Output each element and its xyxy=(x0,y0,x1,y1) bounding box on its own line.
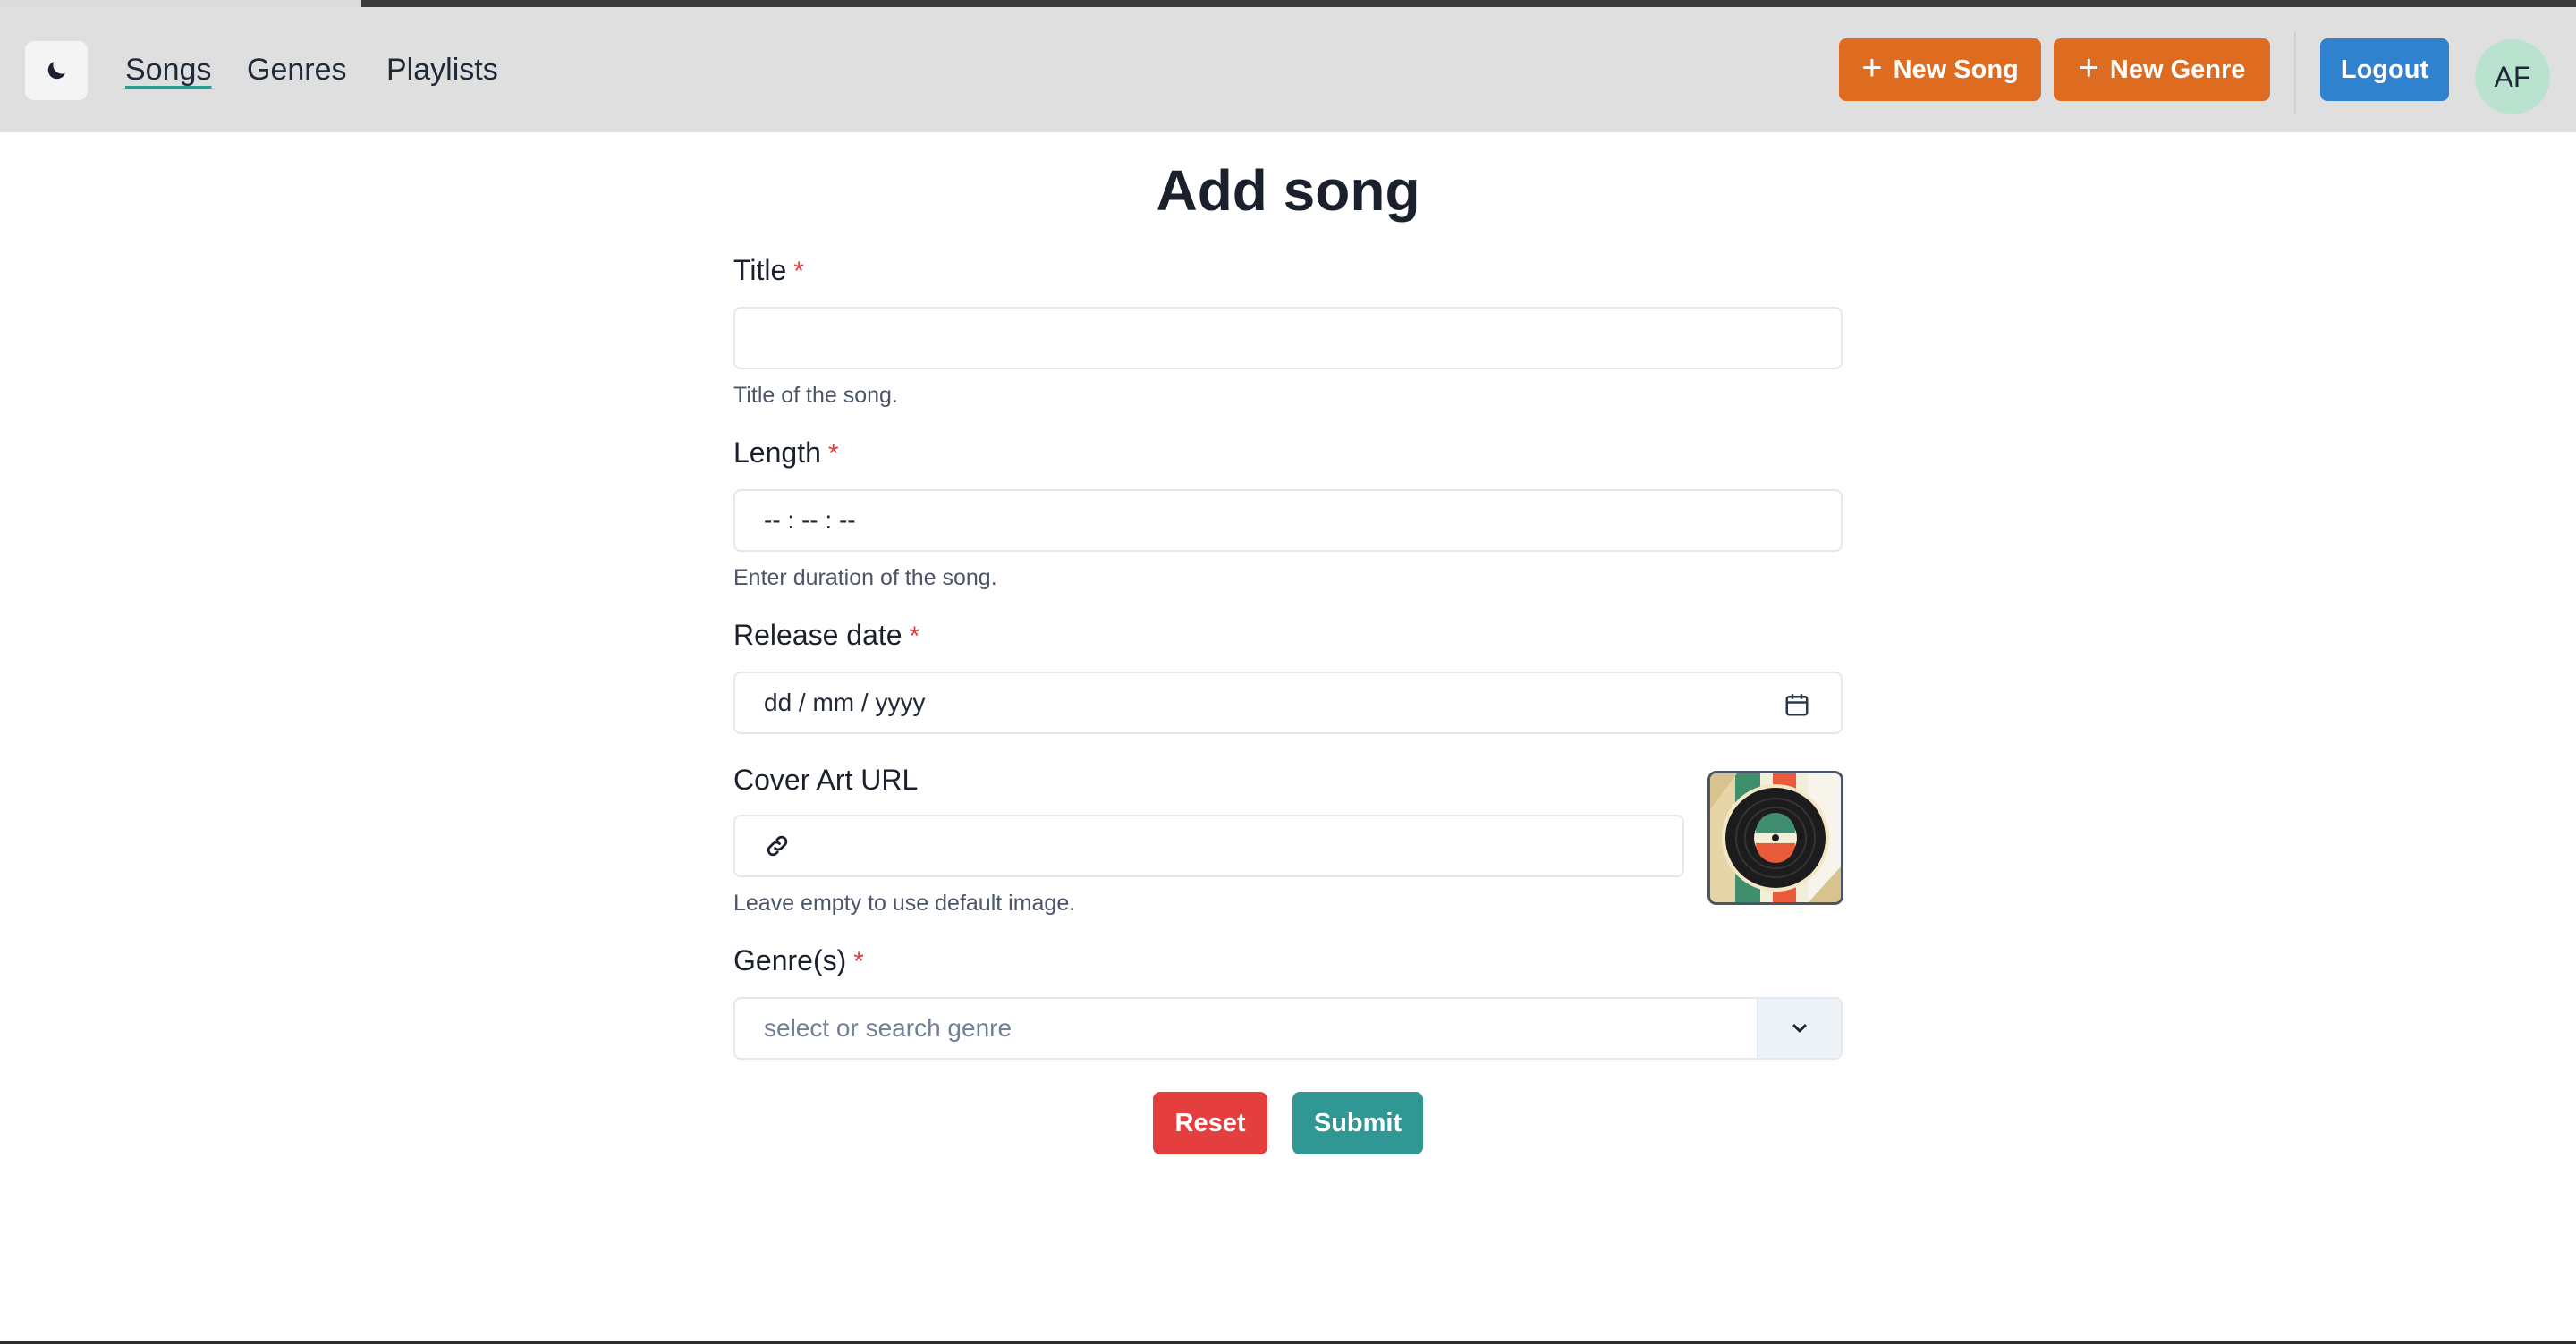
nav-link-genres[interactable]: Genres xyxy=(247,52,347,88)
new-song-button[interactable]: + New Song xyxy=(1839,38,2041,101)
window-top-strip-segment xyxy=(0,0,361,7)
submit-button[interactable]: Submit xyxy=(1292,1092,1423,1154)
genres-label: Genre(s) * xyxy=(733,944,864,977)
chevron-down-icon xyxy=(1792,1024,1807,1033)
release-date-input[interactable]: dd / mm / yyyy xyxy=(733,672,1843,734)
cover-art-label: Cover Art URL xyxy=(733,764,919,796)
length-label: Length * xyxy=(733,436,839,469)
calendar-icon[interactable] xyxy=(1784,691,1810,724)
required-mark: * xyxy=(909,621,920,651)
title-label-text: Title xyxy=(733,254,787,286)
title-input[interactable] xyxy=(733,307,1843,369)
plus-icon: + xyxy=(2078,48,2099,88)
link-icon xyxy=(764,833,791,859)
moon-icon xyxy=(47,62,65,80)
navbar-divider xyxy=(2294,32,2296,114)
cover-art-help-text: Leave empty to use default image. xyxy=(733,891,1076,916)
theme-toggle-button[interactable] xyxy=(25,41,88,100)
length-placeholder: -- : -- : -- xyxy=(764,506,856,534)
page-title: Add song xyxy=(1156,158,1420,223)
title-help-text: Title of the song. xyxy=(733,383,898,408)
genres-label-text: Genre(s) xyxy=(733,944,847,976)
length-help-text: Enter duration of the song. xyxy=(733,565,997,590)
new-song-label: New Song xyxy=(1893,55,2019,84)
length-input[interactable]: -- : -- : -- xyxy=(733,489,1843,552)
reset-button[interactable]: Reset xyxy=(1153,1092,1267,1154)
logout-button[interactable]: Logout xyxy=(2320,38,2449,101)
window-top-strip xyxy=(0,0,2576,7)
cover-art-preview xyxy=(1707,771,1843,905)
required-mark: * xyxy=(853,947,864,976)
length-label-text: Length xyxy=(733,436,821,469)
genre-select[interactable]: select or search genre xyxy=(733,997,1843,1060)
required-mark: * xyxy=(827,439,839,469)
title-label: Title * xyxy=(733,254,804,287)
cover-art-url-input[interactable] xyxy=(733,815,1684,877)
release-date-label: Release date * xyxy=(733,619,919,652)
release-date-label-text: Release date xyxy=(733,619,902,651)
new-genre-button[interactable]: + New Genre xyxy=(2054,38,2270,101)
avatar[interactable]: AF xyxy=(2475,39,2550,114)
required-mark: * xyxy=(793,257,804,286)
genre-select-placeholder: select or search genre xyxy=(764,1014,1013,1042)
plus-icon: + xyxy=(1861,48,1883,88)
navbar: Songs Genres Playlists + New Song + New … xyxy=(0,7,2576,132)
nav-link-playlists[interactable]: Playlists xyxy=(386,52,498,88)
release-date-placeholder: dd / mm / yyyy xyxy=(764,689,926,716)
genre-dropdown-toggle[interactable] xyxy=(1757,999,1841,1058)
new-genre-label: New Genre xyxy=(2109,55,2246,84)
nav-link-songs[interactable]: Songs xyxy=(125,52,211,88)
